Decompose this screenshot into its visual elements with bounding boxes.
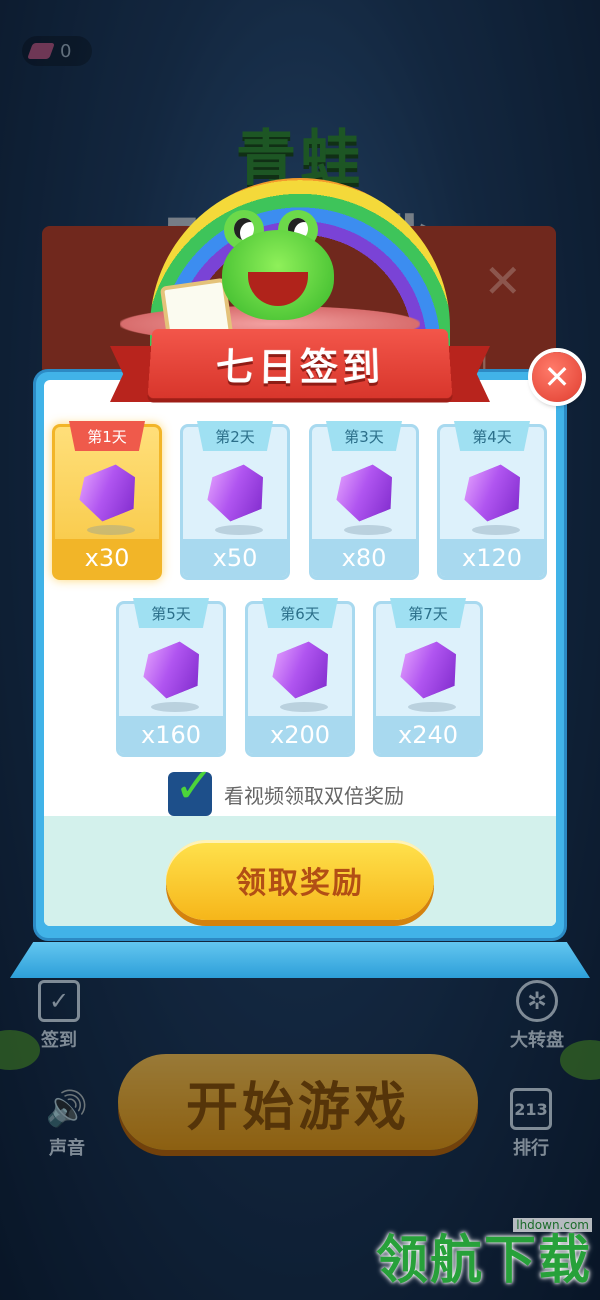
claim-reward-button[interactable]: 领取奖励 — [166, 840, 434, 920]
sound-button[interactable]: 🔊 声音 — [46, 1088, 88, 1160]
background-bottom-menu: ✓ 签到 ✲ 大转盘 开始游戏 🔊 声音 213 排行 — [0, 970, 600, 1170]
reward-amount: x30 — [55, 539, 159, 577]
day-card-7[interactable]: 第7天 x240 — [373, 598, 483, 757]
double-reward-label: 看视频领取双倍奖励 — [224, 783, 404, 808]
watermark-brand: 领航下载 — [375, 1230, 592, 1291]
rank-button[interactable]: 213 排行 — [510, 1088, 552, 1160]
gem-icon — [336, 469, 396, 535]
gem-counter: 0 — [22, 36, 92, 66]
gem-icon — [400, 646, 460, 712]
reward-amount: x200 — [248, 716, 352, 754]
checkmark-icon: ✓ — [174, 758, 215, 814]
close-button[interactable]: ✕ — [532, 352, 582, 402]
leaf-decoration — [560, 1040, 600, 1080]
gem-icon — [143, 646, 203, 712]
gem-count: 0 — [60, 40, 72, 62]
double-reward-option[interactable]: ✓ 看视频领取双倍奖励 — [168, 762, 404, 816]
day-label: 第2天 — [197, 421, 273, 451]
reward-amount: x120 — [440, 539, 544, 577]
wheel-button[interactable]: ✲ 大转盘 — [510, 980, 564, 1052]
day-label: 第5天 — [133, 598, 209, 628]
leaf-decoration — [0, 1030, 40, 1070]
close-icon: ✕ — [543, 358, 571, 396]
day-label: 第1天 — [69, 421, 145, 451]
gem-icon — [79, 469, 139, 535]
banner-ribbon: 七日签到 — [147, 328, 453, 399]
title-banner: 七日签到 — [110, 328, 490, 404]
day-card-4[interactable]: 第4天 x120 — [437, 421, 547, 580]
dialog-title: 七日签到 — [214, 344, 386, 389]
wheel-label: 大转盘 — [510, 1030, 564, 1051]
double-reward-checkbox[interactable]: ✓ — [168, 762, 214, 816]
rank-label: 排行 — [513, 1138, 549, 1159]
frog-mascot — [222, 210, 334, 320]
sign-in-button[interactable]: ✓ 签到 — [38, 980, 80, 1052]
speaker-icon: 🔊 — [45, 1089, 89, 1129]
day-card-5[interactable]: 第5天 x160 — [116, 598, 226, 757]
start-game-button[interactable]: 开始游戏 — [118, 1054, 478, 1150]
gem-icon — [464, 469, 524, 535]
podium-icon: 213 — [510, 1088, 552, 1130]
dialog-base — [10, 942, 590, 978]
day-label: 第4天 — [454, 421, 530, 451]
watermark: lhdown.com 领航下载 — [376, 1214, 592, 1290]
reward-amount: x240 — [376, 716, 480, 754]
sound-label: 声音 — [49, 1138, 85, 1159]
gem-icon — [207, 469, 267, 535]
gem-icon — [272, 646, 332, 712]
day-label: 第6天 — [262, 598, 338, 628]
gem-icon — [27, 43, 55, 59]
wheel-icon: ✲ — [516, 980, 558, 1022]
calendar-check-icon: ✓ — [38, 980, 80, 1022]
day-card-6[interactable]: 第6天 x200 — [245, 598, 355, 757]
reward-amount: x80 — [312, 539, 416, 577]
reward-amount: x160 — [119, 716, 223, 754]
day-label: 第7天 — [390, 598, 466, 628]
reward-amount: x50 — [183, 539, 287, 577]
sign-in-label: 签到 — [41, 1030, 77, 1051]
day-card-2[interactable]: 第2天 x50 — [180, 421, 290, 580]
background-close-icon: ✕ — [483, 254, 522, 308]
watermark-site: lhdown.com — [513, 1217, 592, 1232]
day-card-1[interactable]: 第1天 x30 — [52, 421, 162, 580]
day-label: 第3天 — [326, 421, 402, 451]
day-card-3[interactable]: 第3天 x80 — [309, 421, 419, 580]
